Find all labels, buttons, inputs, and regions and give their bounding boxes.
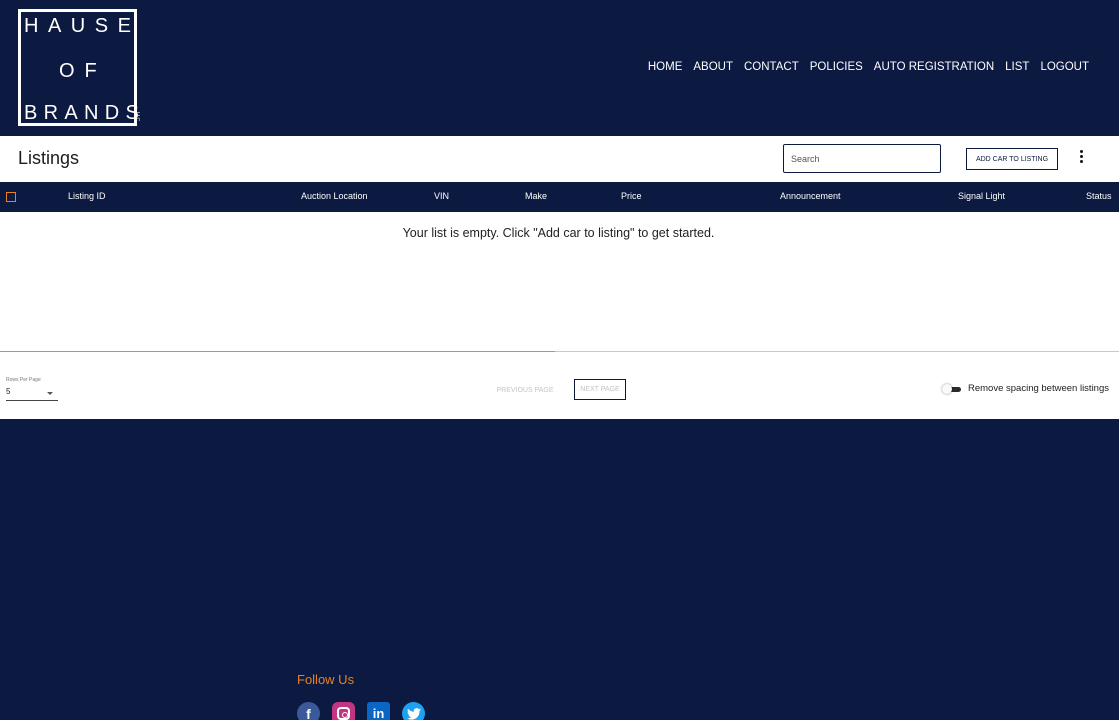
brand-logo[interactable]: HAUSE OF BRANDS LLC [18,9,141,126]
toggle-knob [942,384,952,394]
social-links: f in [297,702,425,720]
table-divider-accent [0,351,555,352]
col-auction-location[interactable]: Auction Location [301,191,368,201]
nav-auto-registration[interactable]: AUTO REGISTRATION [874,61,994,73]
spacing-toggle[interactable] [942,384,962,394]
logo-line-3: BRANDS [24,102,146,124]
col-announcement[interactable]: Announcement [780,191,841,201]
more-options-icon[interactable] [1076,150,1086,170]
search-input[interactable] [783,144,941,173]
nav-list[interactable]: LIST [1005,61,1029,73]
spacing-toggle-label: Remove spacing between listings [968,383,1109,394]
col-signal-light[interactable]: Signal Light [958,191,1005,201]
add-car-button[interactable]: ADD CAR TO LISTING [966,148,1058,170]
logo-line-2: OF [59,60,107,82]
nav-contact[interactable]: CONTACT [744,61,799,73]
col-vin[interactable]: VIN [434,191,449,201]
logo-line-1: HAUSE [24,15,141,37]
col-make[interactable]: Make [525,191,547,201]
facebook-icon[interactable]: f [297,702,320,720]
site-header: HAUSE OF BRANDS LLC HOME ABOUT CONTACT P… [0,0,1119,136]
previous-page-button[interactable]: PREVIOUS PAGE [492,380,558,400]
col-listing-id[interactable]: Listing ID [68,191,106,201]
follow-us-heading: Follow Us [297,672,355,687]
rows-per-page-select[interactable]: 5 [6,387,58,401]
col-status[interactable]: Status [1086,191,1112,201]
rows-per-page-value: 5 [6,387,11,396]
nav-policies[interactable]: POLICIES [810,61,863,73]
next-page-button[interactable]: NEXT PAGE [574,379,626,400]
rows-per-page-label: Rows Per Page [6,377,41,383]
logo-suffix: LLC [134,112,140,122]
twitter-icon[interactable] [402,702,425,720]
nav-logout[interactable]: LOGOUT [1040,61,1089,73]
empty-list-message: Your list is empty. Click "Add car to li… [402,226,715,240]
listings-panel: Listings ADD CAR TO LISTING Listing ID A… [0,136,1119,419]
instagram-icon[interactable] [332,702,355,720]
main-nav: HOME ABOUT CONTACT POLICIES AUTO REGISTR… [648,61,1089,73]
linkedin-icon[interactable]: in [367,702,390,720]
nav-about[interactable]: ABOUT [693,61,733,73]
page-title: Listings [18,148,80,168]
col-price[interactable]: Price [621,191,642,201]
caret-down-icon [47,392,53,395]
nav-home[interactable]: HOME [648,61,683,73]
table-header: Listing ID Auction Location VIN Make Pri… [0,182,1119,212]
select-all-checkbox[interactable] [6,192,16,202]
